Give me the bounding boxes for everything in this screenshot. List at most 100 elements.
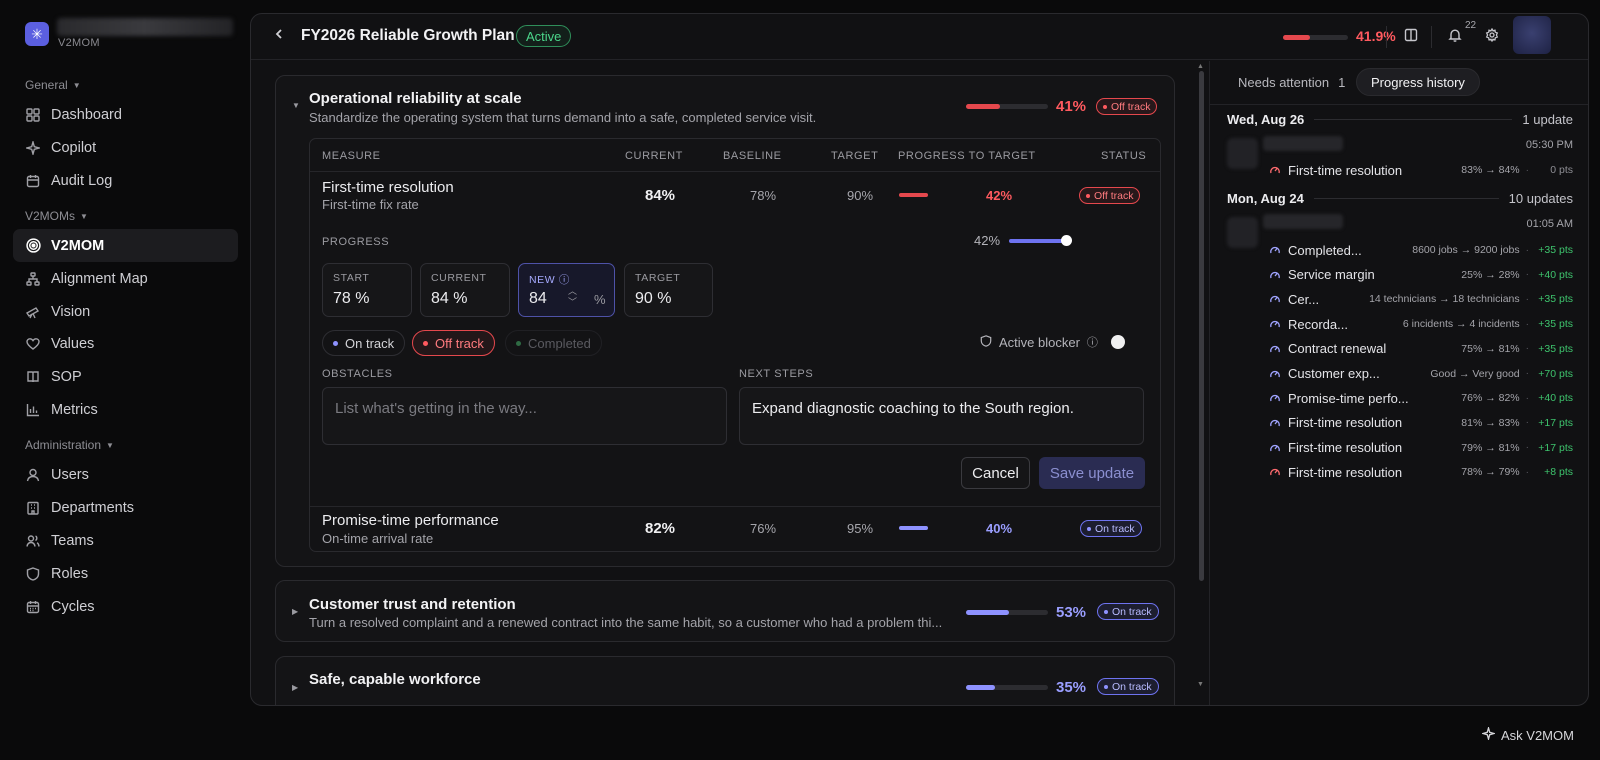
progress-slider-track[interactable] <box>1009 239 1067 243</box>
objective-title[interactable]: Operational reliability at scale <box>309 90 522 107</box>
history-entry[interactable]: First-time resolution 83% → 84% · 0 pts <box>1269 161 1573 179</box>
book-icon <box>25 369 41 385</box>
new-value-input[interactable]: NEW ⓘ 84 ︿ ﹀ % <box>518 263 615 317</box>
objective-card: ▼ Operational reliability at scale Stand… <box>275 75 1175 567</box>
objective-progress-bar <box>966 610 1048 615</box>
column-header: STATUS <box>1101 150 1147 162</box>
history-entry[interactable]: First-time resolution 79% → 81% · +17 pts <box>1269 439 1573 457</box>
measure-name[interactable]: Promise-time performance <box>322 512 499 529</box>
sidebar-item-teams[interactable]: Teams <box>13 524 238 557</box>
status-badge: On track <box>1080 520 1142 537</box>
sidebar-item-dashboard[interactable]: Dashboard <box>13 98 238 131</box>
status-dot <box>423 340 428 346</box>
nav-section-administration[interactable]: Administration ▼ <box>25 438 114 452</box>
gauge-icon <box>1270 296 1280 303</box>
status-option-completed[interactable]: Completed <box>505 330 602 356</box>
bell-icon[interactable] <box>1448 28 1462 45</box>
objective-title[interactable]: Customer trust and retention <box>309 596 516 613</box>
save-update-button[interactable]: Save update <box>1039 457 1145 489</box>
history-entry[interactable]: First-time resolution 78% → 79% · +8 pts <box>1269 463 1573 481</box>
obstacles-label: OBSTACLES <box>322 368 393 380</box>
status-dot <box>1086 193 1090 198</box>
objective-card[interactable]: ▶ Customer trust and retention Turn a re… <box>275 580 1175 642</box>
next-steps-input[interactable]: Expand diagnostic coaching to the South … <box>739 387 1144 445</box>
caret-right-icon[interactable]: ▶ <box>292 683 298 692</box>
measure-target: 95% <box>847 521 874 536</box>
divider <box>1431 26 1432 48</box>
history-entry[interactable]: Customer exp... Good → Very good · +70 pts <box>1269 365 1573 383</box>
status-option-on-track[interactable]: On track <box>322 330 406 356</box>
sidebar: ✳ V2MOM General ▼ Dashboard Copilot Audit… <box>0 0 246 760</box>
history-entry[interactable]: Recorda... 6 incidents → 4 incidents · +35 … <box>1269 315 1573 333</box>
history-entry[interactable]: Contract renewal 75% → 81% · +35 pts <box>1269 340 1573 358</box>
back-chevron-icon[interactable] <box>273 27 285 43</box>
caret-down-icon[interactable]: ▼ <box>292 101 300 110</box>
cancel-button[interactable]: Cancel <box>961 457 1030 489</box>
history-entry[interactable]: First-time resolution 81% → 83% · +17 pts <box>1269 414 1573 432</box>
sidebar-item-cycles[interactable]: Cycles <box>13 590 238 623</box>
heart-icon <box>25 336 41 352</box>
sidebar-item-copilot[interactable]: Copilot <box>13 131 238 164</box>
brand[interactable]: ✳ V2MOM <box>25 18 233 49</box>
calendar-icon <box>25 173 41 189</box>
objective-title[interactable]: Safe, capable workforce <box>309 671 481 688</box>
active-blocker-toggle[interactable] <box>1111 335 1125 349</box>
gear-icon[interactable] <box>1485 27 1499 45</box>
sidebar-item-metrics[interactable]: Metrics <box>13 393 238 426</box>
notification-count: 22 <box>1465 20 1477 31</box>
status-badge: On track <box>1097 603 1159 620</box>
objective-pct: 41% <box>1056 98 1087 115</box>
tab-needs-attention[interactable]: Needs attention 1 <box>1224 68 1359 96</box>
column-header: PROGRESS TO TARGET <box>898 150 1036 162</box>
sidebar-item-alignment-map[interactable]: Alignment Map <box>13 262 238 295</box>
gauge-icon <box>1270 395 1280 402</box>
plan-progress-bar <box>1283 35 1348 40</box>
sidebar-item-departments[interactable]: Departments <box>13 491 238 524</box>
status-badge: Off track <box>1096 98 1158 115</box>
objective-progress-fill <box>966 685 995 690</box>
nav-section-v2moms[interactable]: V2MOMs ▼ <box>25 209 88 223</box>
scrollbar[interactable]: ▲ ▼ <box>1197 61 1205 705</box>
caret-right-icon[interactable]: ▶ <box>292 607 298 616</box>
start-value-box: START 78 % <box>322 263 412 317</box>
sidebar-item-sop[interactable]: SOP <box>13 360 238 393</box>
history-entry[interactable]: Service margin 25% → 28% · +40 pts <box>1269 266 1573 284</box>
sidebar-item-roles[interactable]: Roles <box>13 557 238 590</box>
history-entry[interactable]: Cer... 14 technicians → 18 technicians · +3… <box>1269 290 1573 308</box>
sidebar-item-users[interactable]: Users <box>13 458 238 491</box>
objective-card[interactable]: ▶ Safe, capable workforce 35% On track <box>275 656 1175 705</box>
gauge-icon <box>1270 469 1280 476</box>
measure-name[interactable]: First-time resolution <box>322 179 454 196</box>
scroll-up-icon[interactable]: ▲ <box>1197 63 1204 70</box>
sidebar-item-v2mom[interactable]: V2MOM <box>13 229 238 262</box>
new-value[interactable]: 84 <box>529 290 547 308</box>
avatar[interactable] <box>1513 16 1551 54</box>
progress-slider-handle[interactable] <box>1061 235 1072 246</box>
status-dot <box>1104 684 1108 689</box>
sidebar-item-vision[interactable]: Vision <box>13 295 238 328</box>
history-entry[interactable]: Promise-time perfo... 76% → 82% · +40 pts <box>1269 389 1573 407</box>
sidebar-item-values[interactable]: Values <box>13 327 238 360</box>
caret-down-icon: ▼ <box>106 440 114 450</box>
progress-label: PROGRESS <box>322 236 390 248</box>
status-badge: On track <box>1097 678 1159 695</box>
calendar-icon <box>25 599 41 615</box>
users-icon <box>25 533 41 549</box>
sidebar-item-audit-log[interactable]: Audit Log <box>13 164 238 197</box>
objective-progress-bar <box>966 104 1048 109</box>
slider-pct: 42% <box>974 233 1001 248</box>
measure-subtitle: First-time fix rate <box>322 197 419 212</box>
panel-toggle-icon[interactable] <box>1404 28 1418 45</box>
obstacles-input[interactable]: List what's getting in the way... <box>322 387 727 445</box>
status-dot <box>1087 526 1091 531</box>
ask-v2mom-button[interactable]: Ask V2MOM <box>1480 725 1574 743</box>
measures-table: MEASURE CURRENT BASELINE TARGET PROGRESS… <box>309 138 1161 552</box>
scrollbar-thumb[interactable] <box>1199 71 1204 581</box>
scroll-down-icon[interactable]: ▼ <box>1197 681 1204 688</box>
day-header: Mon, Aug 24 10 updates <box>1227 191 1573 206</box>
stepper-icon[interactable]: ︿ ﹀ <box>568 286 577 308</box>
nav-section-general[interactable]: General ▼ <box>25 78 81 92</box>
tab-progress-history[interactable]: Progress history <box>1356 68 1480 96</box>
history-entry[interactable]: Completed... 8600 jobs → 9200 jobs · +35 pt… <box>1269 241 1573 259</box>
status-option-off-track[interactable]: Off track <box>412 330 495 356</box>
